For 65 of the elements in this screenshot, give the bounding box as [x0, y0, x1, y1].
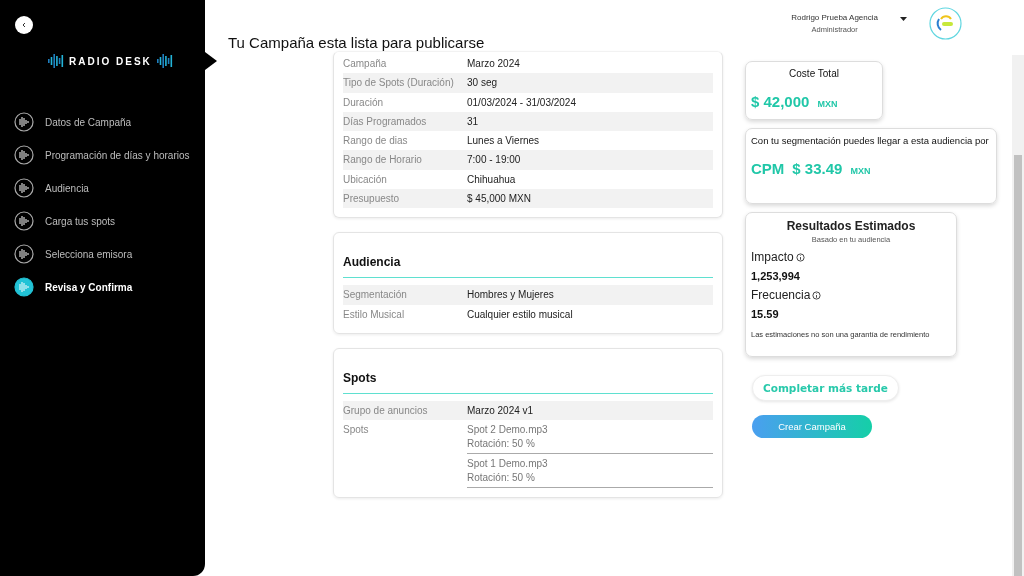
field-label: Spots	[343, 423, 370, 436]
field-label: Rango de Horario	[343, 154, 423, 166]
field-label: Duración	[343, 96, 385, 108]
field-value: 01/03/2024 - 31/03/2024	[467, 96, 576, 108]
logo-text: RADIO DESK	[69, 55, 152, 67]
spot-name: Spot 1 Demo.mp3	[467, 458, 549, 470]
field-value: Marzo 2024	[467, 58, 520, 69]
info-icon[interactable]	[795, 252, 805, 262]
cost-title: Coste Total	[788, 68, 840, 79]
field-label: Presupuesto	[343, 193, 401, 205]
metric-label: Impacto	[751, 250, 794, 264]
spot-name: Spot 2 Demo.mp3	[467, 424, 549, 436]
sound-wave-icon	[14, 277, 34, 297]
metric-label: Frecuencia	[751, 288, 811, 302]
chevron-left-icon	[21, 22, 27, 28]
sound-wave-icon	[14, 211, 34, 231]
field-value: Chihuahua	[467, 173, 516, 185]
field-label: Tipo de Spots (Duración)	[343, 77, 455, 89]
nav-item[interactable]: Carga tus spots	[14, 211, 205, 231]
sound-bars-icon	[156, 53, 173, 69]
field-label: Campaña	[343, 58, 388, 69]
nav-item[interactable]: Datos de Campaña	[14, 112, 205, 132]
field-label: Grupo de anuncios	[343, 404, 429, 416]
field-label: Segmentación	[343, 289, 408, 301]
nav-item[interactable]: Revisa y Confirma	[14, 277, 205, 297]
metric-value: 15.59	[751, 308, 780, 320]
field-label: Estilo Musical	[343, 308, 406, 320]
sound-wave-icon	[14, 112, 34, 132]
currency: MXN	[817, 99, 838, 109]
field-label: Ubicación	[343, 173, 388, 185]
back-button[interactable]	[15, 16, 33, 34]
caret-down-icon[interactable]	[900, 16, 907, 22]
spot-rotation: Rotación: 50 %	[467, 438, 536, 450]
cost-amount: $ 42,000	[751, 93, 810, 110]
info-icon[interactable]	[812, 290, 822, 300]
field-value: Lunes a Viernes	[467, 135, 540, 147]
field-value: Cualquier estilo musical	[467, 308, 573, 320]
spot-rotation: Rotación: 50 %	[467, 472, 536, 484]
sound-wave-icon	[14, 145, 34, 165]
nav-item[interactable]: Programación de días y horarios	[14, 145, 205, 165]
section-heading: Spots	[343, 370, 713, 394]
currency: MXN	[850, 166, 871, 176]
sound-wave-icon	[14, 244, 34, 264]
sound-bars-icon	[48, 53, 64, 69]
user-name: Rodrigo Prueba Agencia	[791, 12, 878, 22]
section-heading: Audiencia	[343, 255, 713, 279]
cpm-amount: $ 33.49	[792, 160, 843, 177]
results-title: Resultados Estimados	[785, 219, 917, 233]
field-value: Hombres y Mujeres	[467, 289, 554, 301]
field-value: Marzo 2024 v1	[467, 404, 534, 416]
nav-item[interactable]: Selecciona emisora	[14, 244, 205, 264]
field-label: Rango de dias	[343, 135, 409, 147]
field-value: $ 45,000 MXN	[467, 193, 531, 205]
scrollbar-thumb[interactable]	[1014, 155, 1022, 576]
scrollbar[interactable]	[1012, 55, 1024, 576]
sound-wave-icon	[14, 178, 34, 198]
field-value: 30 seg	[467, 77, 498, 89]
cpm-label: CPM	[751, 160, 785, 177]
cpm-text: Con tu segmentación puedes llegar a esta audiencia por	[751, 135, 990, 146]
nav-item[interactable]: Audiencia	[14, 178, 205, 198]
metric-value: 1,253,994	[751, 270, 801, 282]
page-title: Tu Campaña esta lista para publicarse	[228, 34, 486, 51]
field-value: 7:00 - 19:00	[467, 154, 521, 166]
field-value: 31	[467, 115, 479, 127]
field-label: Días Programados	[343, 115, 428, 127]
